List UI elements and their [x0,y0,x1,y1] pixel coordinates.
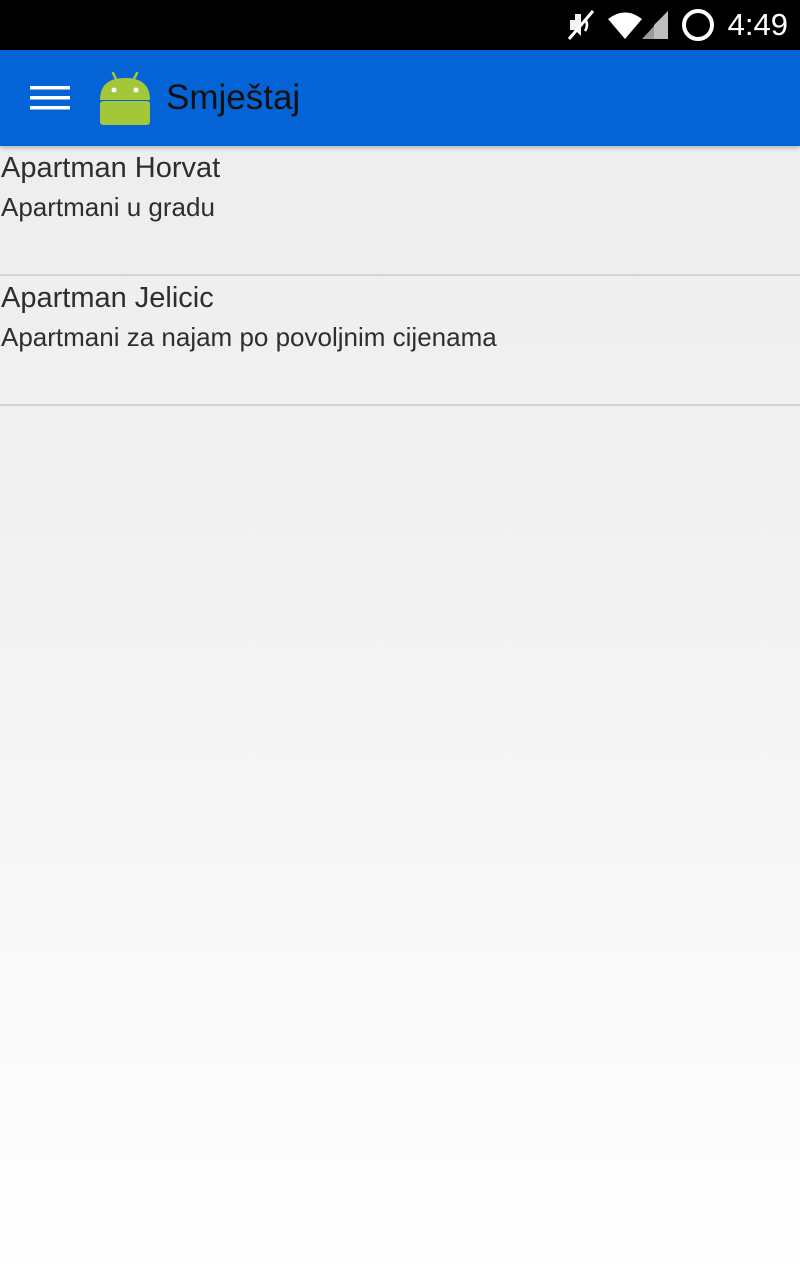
hamburger-menu-icon[interactable] [20,76,80,120]
list-item-subtitle: Apartmani za najam po povoljnim cijenama [1,322,497,352]
list-item[interactable]: Apartman Jelicic Apartmani za najam po p… [0,276,800,406]
list-item-title: Apartman Horvat [1,152,221,184]
android-logo-icon [96,70,154,126]
list-item[interactable]: Apartman Horvat Apartmani u gradu [0,146,800,276]
status-icons: 4:49 [566,0,788,50]
status-time: 4:49 [727,7,788,42]
action-bar: Smještaj [0,50,800,146]
mute-icon [566,8,596,42]
loading-circle-icon [680,7,716,43]
wifi-icon [606,10,644,40]
accommodation-list: Apartman Horvat Apartmani u gradu Apartm… [0,146,800,406]
list-item-title: Apartman Jelicic [1,282,214,314]
list-item-subtitle: Apartmani u gradu [1,192,215,222]
signal-icon [640,9,670,41]
status-bar: 4:49 [0,0,800,50]
app-title: Smještaj [166,78,301,117]
